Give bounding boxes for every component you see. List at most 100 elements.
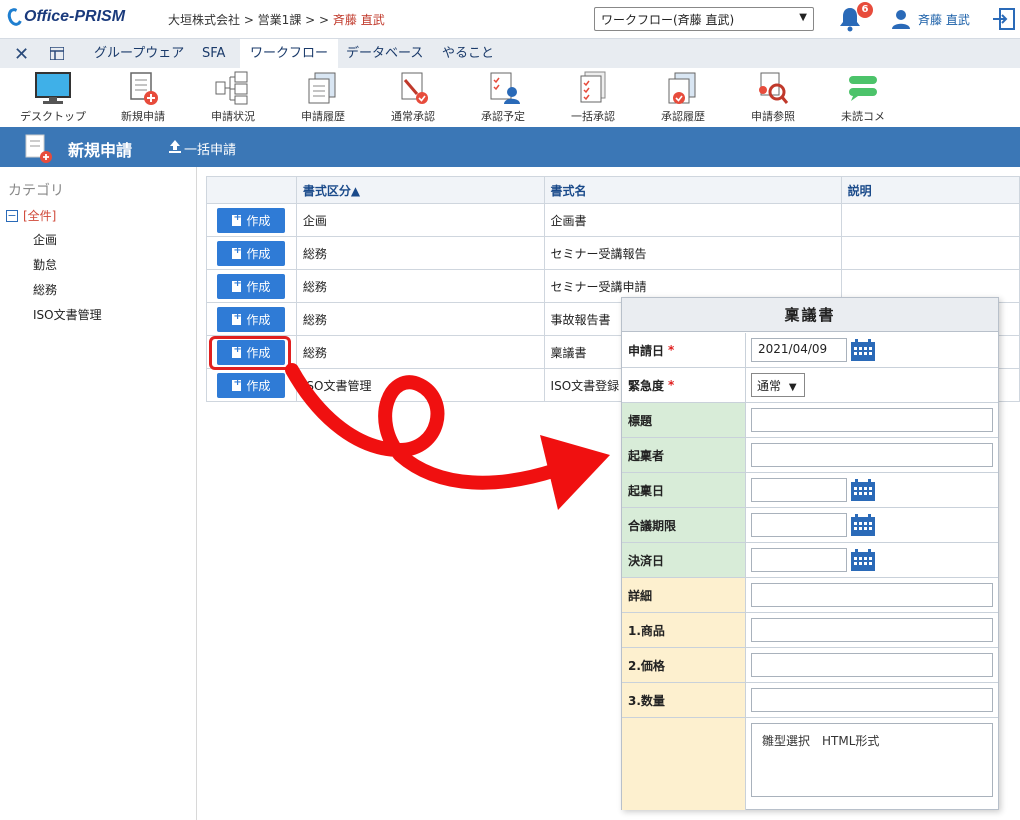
create-button[interactable]: 作成 bbox=[217, 273, 286, 299]
tool-approve-history[interactable]: 承認履歴 bbox=[638, 70, 728, 124]
tab-groupware[interactable]: グループウェア bbox=[84, 39, 194, 69]
field-label: 申請日 * bbox=[622, 333, 746, 367]
field-label: 起稟日 bbox=[622, 473, 746, 507]
memo-textarea[interactable]: 雛型選択 HTML形式 bbox=[751, 723, 993, 797]
field-label: 合議期限 bbox=[622, 508, 746, 542]
tool-label: 通常承認 bbox=[391, 110, 435, 123]
create-label: 作成 bbox=[246, 312, 271, 327]
draft-date-input[interactable] bbox=[751, 478, 847, 502]
row-description bbox=[840, 203, 1020, 237]
user-name[interactable]: 斉藤 直武 bbox=[918, 11, 970, 28]
category-all-label: [全件] bbox=[23, 209, 57, 223]
create-label: 作成 bbox=[246, 378, 271, 393]
row-description bbox=[840, 236, 1020, 270]
col-header-category[interactable]: 書式区分▲ bbox=[295, 176, 545, 204]
calendar-icon[interactable] bbox=[850, 338, 876, 362]
calendar-icon[interactable] bbox=[850, 548, 876, 572]
row-form-name: セミナー受講報告 bbox=[543, 236, 842, 270]
row-category: ISO文書管理 bbox=[295, 368, 545, 402]
tool-label: 申請履歴 bbox=[301, 110, 345, 123]
workflow-select-value: ワークフロー(斉藤 直武) bbox=[601, 13, 735, 27]
close-icon[interactable]: ✕ bbox=[14, 44, 29, 65]
item3-input[interactable] bbox=[751, 688, 993, 712]
create-button[interactable]: 作成 bbox=[217, 207, 286, 233]
user-icon[interactable] bbox=[890, 8, 912, 30]
page-title: 新規申請 bbox=[68, 141, 133, 160]
subject-input[interactable] bbox=[751, 408, 993, 432]
breadcrumb-path[interactable]: 大垣株式会社 > 営業1課 > > bbox=[168, 13, 333, 27]
apply-date-input[interactable]: 2021/04/09 bbox=[751, 338, 847, 362]
tool-apply-search[interactable]: 申請参照 bbox=[728, 70, 818, 124]
col-header-name[interactable]: 書式名 bbox=[543, 176, 842, 204]
tab-database[interactable]: データベース bbox=[336, 39, 433, 69]
tool-apply-history[interactable]: 申請履歴 bbox=[278, 70, 368, 124]
required-mark: * bbox=[668, 378, 675, 392]
field-label: 決済日 bbox=[622, 543, 746, 577]
col-header-action bbox=[206, 176, 297, 204]
row-category: 総務 bbox=[295, 269, 545, 303]
chevron-down-icon: ▼ bbox=[799, 12, 807, 23]
urgency-value: 通常 bbox=[757, 379, 782, 393]
category-all[interactable]: − [全件] bbox=[6, 207, 56, 224]
grid-icon[interactable] bbox=[50, 47, 64, 60]
approve-history-icon bbox=[668, 72, 696, 104]
logo-mark-icon bbox=[5, 6, 25, 28]
tool-label: 申請参照 bbox=[751, 110, 795, 123]
category-title: カテゴリ bbox=[8, 183, 64, 199]
tool-normal-approve[interactable]: 通常承認 bbox=[368, 70, 458, 124]
row-category: 総務 bbox=[295, 335, 545, 369]
app-logo[interactable]: Office-PRISM bbox=[5, 6, 125, 28]
upload-icon bbox=[169, 140, 181, 153]
field-label: 3.数量 bbox=[622, 683, 746, 717]
doc-plus-icon bbox=[232, 377, 242, 391]
field-label: 1.商品 bbox=[622, 613, 746, 647]
bulk-apply-link[interactable]: 一括申請 bbox=[184, 139, 236, 158]
item1-input[interactable] bbox=[751, 618, 993, 642]
tool-desktop[interactable]: デスクトップ bbox=[8, 70, 98, 124]
row-category: 総務 bbox=[295, 236, 545, 270]
urgency-select[interactable]: 通常 ▼ bbox=[751, 373, 805, 397]
drafter-input[interactable] bbox=[751, 443, 993, 467]
monitor-icon bbox=[35, 72, 71, 104]
row-draft-date: 起稟日 bbox=[622, 473, 998, 508]
logout-icon[interactable] bbox=[992, 7, 1016, 31]
tool-label: 承認履歴 bbox=[661, 110, 705, 123]
create-label: 作成 bbox=[246, 246, 271, 261]
field-label: 緊急度 * bbox=[622, 368, 746, 402]
calendar-icon[interactable] bbox=[850, 478, 876, 502]
detail-input[interactable] bbox=[751, 583, 993, 607]
collapse-icon[interactable]: − bbox=[6, 209, 18, 222]
tab-todo[interactable]: やること bbox=[432, 39, 504, 69]
create-button[interactable]: 作成 bbox=[217, 372, 286, 398]
tool-bulk-approve[interactable]: 一括承認 bbox=[548, 70, 638, 124]
category-item[interactable]: 企画 bbox=[33, 231, 57, 248]
tab-sfa[interactable]: SFA bbox=[192, 39, 235, 69]
category-item[interactable]: 総務 bbox=[33, 281, 57, 298]
item2-input[interactable] bbox=[751, 653, 993, 677]
tool-approve-schedule[interactable]: 承認予定 bbox=[458, 70, 548, 124]
row-category: 企画 bbox=[295, 203, 545, 237]
breadcrumb-user[interactable]: 斉藤 直武 bbox=[333, 13, 385, 27]
category-sidebar: カテゴリ − [全件] 企画 勤怠 総務 ISO文書管理 bbox=[0, 167, 197, 820]
decision-date-input[interactable] bbox=[751, 548, 847, 572]
approve-icon bbox=[401, 72, 428, 104]
create-button[interactable]: 作成 bbox=[217, 240, 286, 266]
tab-workflow[interactable]: ワークフロー bbox=[240, 39, 339, 69]
calendar-icon[interactable] bbox=[850, 513, 876, 537]
field-label bbox=[622, 718, 746, 810]
category-item[interactable]: 勤怠 bbox=[33, 256, 57, 273]
row-deadline: 合議期限 bbox=[622, 508, 998, 543]
workflow-select[interactable]: ワークフロー(斉藤 直武) ▼ bbox=[594, 7, 814, 31]
search-doc-icon bbox=[759, 72, 789, 104]
deadline-input[interactable] bbox=[751, 513, 847, 537]
tool-unread-comments[interactable]: 未読コメ bbox=[818, 70, 908, 124]
tool-new-apply[interactable]: 新規申請 bbox=[98, 70, 188, 124]
schedule-icon bbox=[490, 72, 520, 104]
doc-plus-icon bbox=[232, 278, 242, 292]
new-doc-icon bbox=[25, 134, 52, 163]
bulk-icon bbox=[580, 71, 606, 103]
create-button[interactable]: 作成 bbox=[217, 306, 286, 332]
col-header-description[interactable]: 説明 bbox=[840, 176, 1020, 204]
tool-apply-status[interactable]: 申請状況 bbox=[188, 70, 278, 124]
category-item[interactable]: ISO文書管理 bbox=[33, 306, 102, 323]
